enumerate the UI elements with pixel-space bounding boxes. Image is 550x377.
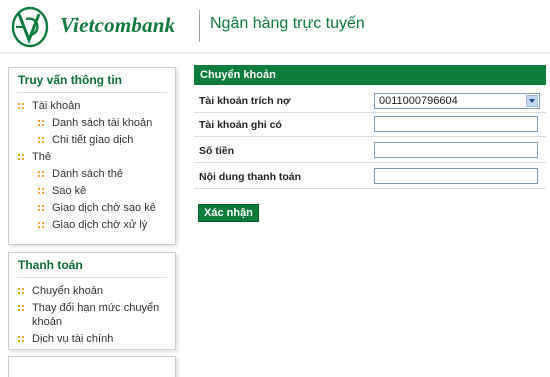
bullet-icon <box>38 222 44 228</box>
amount-row: Số tiền <box>194 140 546 163</box>
description-row: Nội dung thanh toán <box>194 166 546 189</box>
menu-item-card-list[interactable]: Danh sách thẻ <box>9 167 175 181</box>
header: Vietcombank Ngân hàng trực tuyến <box>0 0 550 54</box>
menu-item-transfer[interactable]: Chuyển khoản <box>9 284 175 298</box>
menu-item-financial-services[interactable]: Dịch vụ tài chính <box>9 332 175 346</box>
brand-name: Vietcombank <box>60 13 176 37</box>
debit-account-row: Tài khoản trích nợ 0011000796604 <box>194 90 546 113</box>
next-menu-box <box>8 356 176 377</box>
header-underline <box>0 52 550 54</box>
inquiry-menu-divider <box>17 92 167 93</box>
header-divider <box>199 10 200 42</box>
tagline: Ngân hàng trực tuyến <box>210 15 365 32</box>
vietcombank-logo-icon <box>11 6 49 48</box>
menu-item-change-limit[interactable]: Thay đổi hạn mức chuyển khoản <box>9 301 175 329</box>
credit-account-row: Tài khoản ghi có <box>194 114 546 137</box>
bullet-icon <box>18 305 24 311</box>
amount-label: Số tiền <box>199 145 235 157</box>
bullet-icon <box>18 103 24 109</box>
menu-item-statement[interactable]: Sao kê <box>9 184 175 198</box>
debit-account-select[interactable]: 0011000796604 <box>374 93 540 109</box>
bullet-icon <box>38 137 44 143</box>
menu-item-account-list[interactable]: Danh sách tài khoản <box>9 116 175 130</box>
bullet-icon <box>38 188 44 194</box>
menu-item-cards[interactable]: Thẻ <box>9 150 175 164</box>
menu-item-transaction-details[interactable]: Chi tiết giao dịch <box>9 133 175 147</box>
bullet-icon <box>18 288 24 294</box>
debit-account-value: 0011000796604 <box>379 95 458 107</box>
inquiry-menu-title: Truy vấn thông tin <box>18 73 122 87</box>
bullet-icon <box>38 120 44 126</box>
bullet-icon <box>38 205 44 211</box>
payment-menu: Thanh toán Chuyển khoản Thay đổi hạn mức… <box>8 252 176 350</box>
payment-menu-divider <box>17 277 167 278</box>
bullet-icon <box>18 336 24 342</box>
payment-menu-title: Thanh toán <box>18 258 83 272</box>
description-input[interactable] <box>374 168 538 184</box>
debit-account-label: Tài khoản trích nợ <box>199 95 291 107</box>
transfer-panel: Chuyển khoản Tài khoản trích nợ 00110007… <box>194 65 546 225</box>
menu-item-pending-processing[interactable]: Giao dịch chờ xử lý <box>9 218 175 232</box>
transfer-panel-title: Chuyển khoản <box>194 65 546 85</box>
bullet-icon <box>38 171 44 177</box>
amount-input[interactable] <box>374 142 538 158</box>
chevron-down-icon[interactable] <box>526 95 538 107</box>
credit-account-input[interactable] <box>374 116 538 132</box>
inquiry-menu: Truy vấn thông tin Tài khoản Danh sách t… <box>8 67 176 245</box>
menu-item-pending-statement[interactable]: Giao dịch chờ sao kê <box>9 201 175 215</box>
bullet-icon <box>18 154 24 160</box>
menu-item-accounts[interactable]: Tài khoản <box>9 99 175 113</box>
description-label: Nội dung thanh toán <box>199 171 302 183</box>
credit-account-label: Tài khoản ghi có <box>199 119 282 131</box>
confirm-button[interactable]: Xác nhận <box>198 204 259 222</box>
